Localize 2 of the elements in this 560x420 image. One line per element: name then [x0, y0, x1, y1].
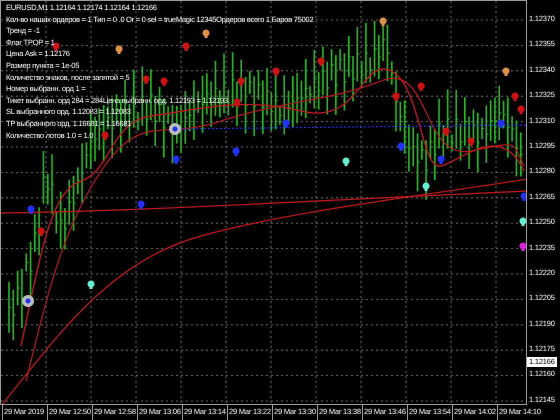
order-marker-icon — [22, 295, 34, 307]
order-marker-icon — [169, 123, 181, 135]
